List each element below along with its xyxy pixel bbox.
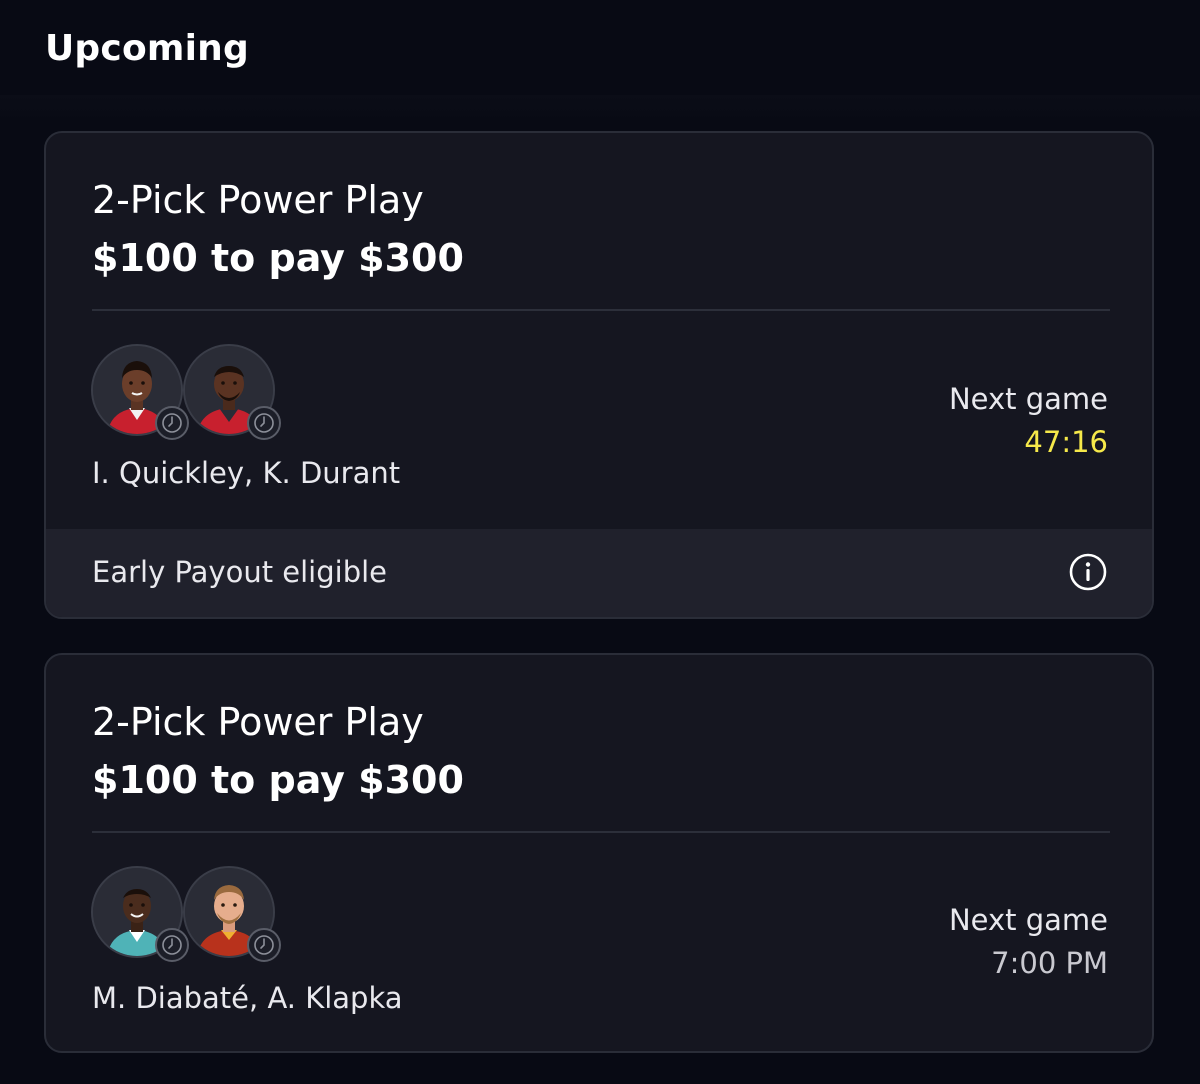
info-icon[interactable]: [1068, 552, 1108, 592]
entry-type: 2-Pick Power Play: [92, 178, 424, 222]
early-payout-label: Early Payout eligible: [92, 555, 388, 589]
clock-icon: [247, 406, 281, 440]
entry-card[interactable]: 2-Pick Power Play $100 to pay $300: [44, 653, 1154, 1053]
entry-card[interactable]: 2-Pick Power Play $100 to pay $300: [44, 131, 1154, 619]
entry-payout: $100 to pay $300: [92, 758, 464, 802]
player-avatars: [91, 344, 281, 440]
next-game-countdown: 47:16: [1024, 425, 1108, 459]
player-avatars: [91, 866, 281, 962]
early-payout-bar[interactable]: Early Payout eligible: [46, 529, 1152, 617]
clock-icon: [155, 406, 189, 440]
clock-icon: [247, 928, 281, 962]
header-divider-shadow: [0, 95, 1200, 123]
divider: [92, 831, 1110, 833]
player-names: I. Quickley, K. Durant: [92, 456, 401, 490]
next-game-label: Next game: [948, 382, 1108, 416]
divider: [92, 309, 1110, 311]
player-names: M. Diabaté, A. Klapka: [92, 981, 403, 1015]
entry-payout: $100 to pay $300: [92, 236, 464, 280]
next-game-label: Next game: [948, 903, 1108, 937]
entry-card-body[interactable]: 2-Pick Power Play $100 to pay $300: [46, 655, 1152, 1051]
entry-card-body[interactable]: 2-Pick Power Play $100 to pay $300: [46, 133, 1152, 529]
entry-type: 2-Pick Power Play: [92, 700, 424, 744]
next-game-time: 7:00 PM: [991, 946, 1108, 980]
section-title: Upcoming: [45, 28, 249, 69]
clock-icon: [155, 928, 189, 962]
